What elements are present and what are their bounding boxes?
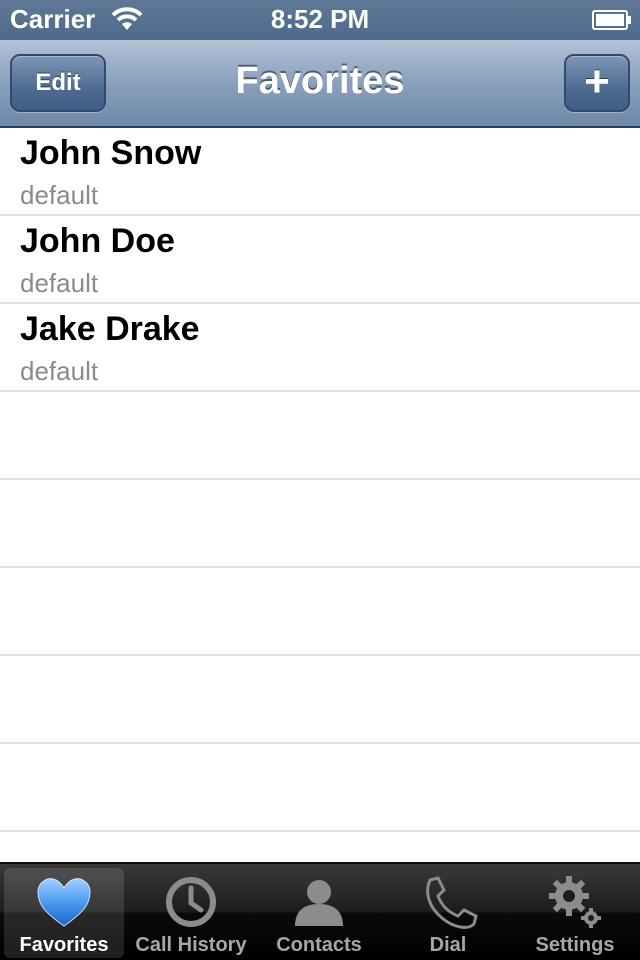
contact-name: John Snow (20, 134, 202, 172)
battery-icon (592, 10, 631, 30)
clock-icon (166, 877, 216, 927)
tab-bar: Favorites Call History Contacts Dial Set… (0, 862, 640, 960)
tab-settings[interactable]: Settings (515, 868, 635, 958)
page-title: Favorites (235, 60, 405, 102)
tab-contacts[interactable]: Contacts (259, 868, 379, 958)
tab-call-history[interactable]: Call History (131, 868, 251, 958)
empty-row (0, 744, 640, 832)
tab-label: Call History (135, 934, 247, 956)
status-bar: Carrier 8:52 PM (0, 0, 640, 40)
list-item[interactable]: Jake Drake default (0, 304, 640, 392)
navigation-bar: Edit Favorites + (0, 40, 640, 128)
status-time: 8:52 PM (270, 4, 370, 34)
contact-name: Jake Drake (20, 310, 200, 348)
contact-label: default (20, 356, 99, 386)
phone-icon (426, 876, 478, 929)
contact-name: John Doe (20, 222, 175, 260)
contact-label: default (20, 268, 99, 298)
person-icon (295, 880, 343, 926)
contact-label: default (20, 180, 99, 210)
empty-row (0, 832, 640, 862)
add-favorite-button[interactable]: + (564, 54, 630, 112)
tab-favorites[interactable]: Favorites (4, 868, 124, 958)
gear-icon (549, 876, 601, 928)
empty-row (0, 568, 640, 656)
empty-row (0, 656, 640, 744)
list-item[interactable]: John Snow default (0, 128, 640, 216)
tab-label: Favorites (19, 934, 109, 956)
tab-label: Settings (535, 934, 615, 956)
favorites-list: John Snow default John Doe default Jake … (0, 128, 640, 862)
heart-icon (37, 878, 91, 927)
tab-dial[interactable]: Dial (388, 868, 508, 958)
empty-row (0, 392, 640, 480)
list-item[interactable]: John Doe default (0, 216, 640, 304)
tab-label: Dial (429, 934, 467, 956)
empty-row (0, 480, 640, 568)
tab-label: Contacts (276, 934, 362, 956)
